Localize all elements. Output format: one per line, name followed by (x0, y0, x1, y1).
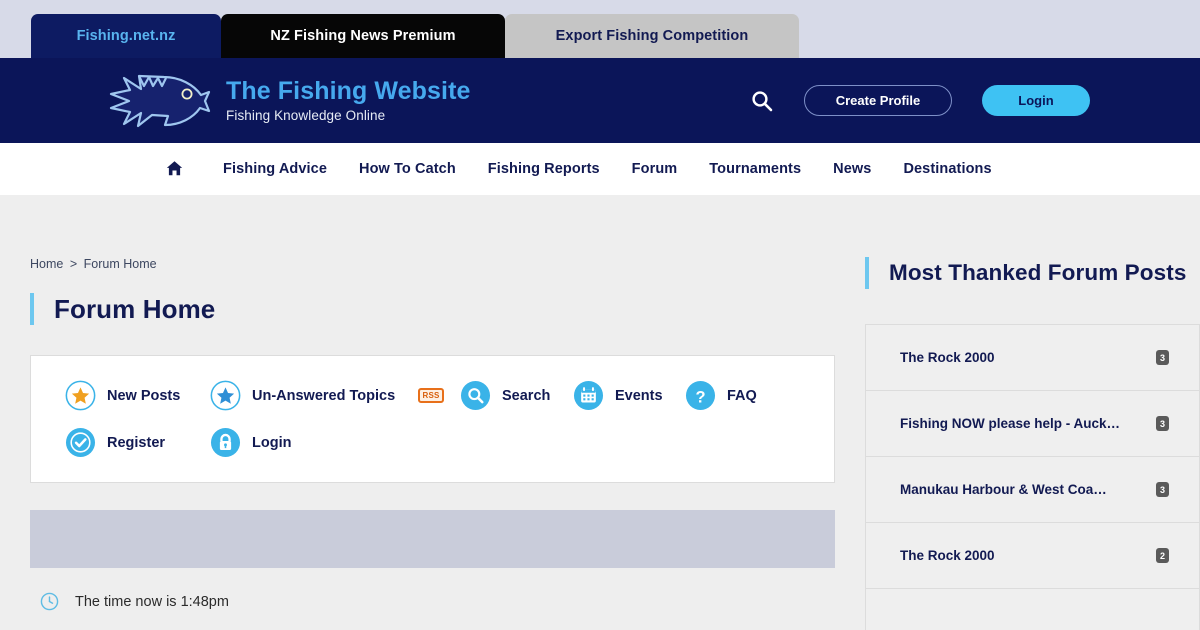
post-title: The Rock 2000 (900, 548, 995, 563)
brand-subtitle: Fishing Knowledge Online (226, 108, 386, 124)
header-actions: Create Profile Login (750, 85, 1090, 116)
nav-item-how-to-catch[interactable]: How To Catch (343, 161, 472, 177)
list-item[interactable] (866, 589, 1199, 630)
forum-shortcuts-panel: New Posts Un-Answered Topics RSS Search … (30, 355, 835, 483)
nav-item-forum[interactable]: Forum (616, 161, 694, 177)
check-circle-icon (65, 427, 96, 458)
search-icon[interactable] (750, 89, 774, 113)
breadcrumb: Home > Forum Home (30, 257, 835, 271)
list-item[interactable]: Manukau Harbour & West Coa… 3 (866, 457, 1199, 523)
shortcut-faq[interactable]: ? FAQ (685, 380, 775, 411)
sidebar-title-row: Most Thanked Forum Posts (865, 257, 1200, 289)
thanks-count-badge: 3 (1156, 482, 1169, 497)
shortcut-label: Search (502, 387, 551, 404)
post-title: The Rock 2000 (900, 350, 995, 365)
question-mark-icon: ? (685, 380, 716, 411)
list-item[interactable]: The Rock 2000 2 (866, 523, 1199, 589)
site-tab-label: Export Fishing Competition (555, 28, 749, 44)
page-title-row: Forum Home (30, 293, 835, 325)
shortcut-un-answered-topics[interactable]: Un-Answered Topics (210, 380, 405, 411)
page-body: Home > Forum Home Forum Home New Posts U… (0, 195, 1200, 630)
list-item[interactable]: Fishing NOW please help - Auck… 3 (866, 391, 1199, 457)
star-orange-icon (65, 380, 96, 411)
nav-item-tournaments[interactable]: Tournaments (693, 161, 817, 177)
home-icon[interactable] (166, 160, 183, 177)
title-accent-bar (30, 293, 34, 325)
current-time-text: The time now is 1:48pm (75, 593, 229, 610)
post-title: Fishing NOW please help - Auck… (900, 416, 1121, 431)
shortcut-label: Un-Answered Topics (252, 387, 396, 404)
main-column: Home > Forum Home Forum Home New Posts U… (30, 195, 835, 630)
nav-item-fishing-reports[interactable]: Fishing Reports (472, 161, 616, 177)
site-tab-export-fishing-competition[interactable]: Export Fishing Competition (505, 14, 799, 58)
site-tab-nz-fishing-news-premium[interactable]: NZ Fishing News Premium (221, 14, 505, 58)
login-button[interactable]: Login (982, 85, 1090, 116)
breadcrumb-current[interactable]: Forum Home (84, 257, 157, 271)
breadcrumb-separator: > (69, 257, 78, 271)
create-profile-button[interactable]: Create Profile (804, 85, 952, 116)
shortcut-login[interactable]: Login (210, 427, 405, 458)
thanks-count-badge: 3 (1156, 350, 1169, 365)
sidebar-title: Most Thanked Forum Posts (889, 260, 1187, 285)
page-title: Forum Home (54, 293, 216, 324)
thanks-count-badge: 3 (1156, 416, 1169, 431)
announcement-band (30, 510, 835, 568)
nav-item-destinations[interactable]: Destinations (887, 161, 1007, 177)
rss-label: RSS (422, 391, 440, 400)
svg-text:?: ? (695, 388, 705, 406)
brand-title: The Fishing Website (226, 76, 471, 105)
breadcrumb-home[interactable]: Home (30, 257, 63, 271)
login-label: Login (1018, 93, 1054, 108)
site-tab-label: NZ Fishing News Premium (270, 28, 456, 44)
site-tab-label: Fishing.net.nz (76, 28, 176, 44)
sidebar-column: Most Thanked Forum Posts The Rock 2000 3… (865, 195, 1200, 630)
nav-item-news[interactable]: News (817, 161, 887, 177)
shortcut-label: Login (252, 434, 292, 451)
shortcut-label: Register (107, 434, 166, 451)
shortcut-rss[interactable]: RSS (405, 380, 460, 411)
main-navigation: Fishing Advice How To Catch Fishing Repo… (0, 143, 1200, 195)
browser-tab-strip: Fishing.net.nz NZ Fishing News Premium E… (0, 0, 1200, 58)
shortcut-label: New Posts (107, 387, 181, 404)
current-time-row: The time now is 1:48pm (30, 592, 835, 611)
forum-shortcuts-grid: New Posts Un-Answered Topics RSS Search … (65, 380, 834, 458)
post-title: Manukau Harbour & West Coa… (900, 482, 1107, 497)
site-masthead: The Fishing Website Fishing Knowledge On… (0, 58, 1200, 143)
most-thanked-posts-list: The Rock 2000 3 Fishing NOW please help … (865, 324, 1200, 630)
shortcut-register[interactable]: Register (65, 427, 210, 458)
site-tab-fishing-net-nz[interactable]: Fishing.net.nz (31, 14, 221, 58)
create-profile-label: Create Profile (835, 93, 921, 108)
calendar-icon (573, 380, 604, 411)
list-item[interactable]: The Rock 2000 3 (866, 325, 1199, 391)
rss-icon: RSS (418, 388, 444, 403)
shortcut-search[interactable]: Search (460, 380, 573, 411)
shortcut-label: Events (615, 387, 663, 404)
shortcut-new-posts[interactable]: New Posts (65, 380, 210, 411)
clock-icon (40, 592, 59, 611)
shortcut-label: FAQ (727, 387, 757, 404)
site-logo[interactable]: The Fishing Website Fishing Knowledge On… (108, 68, 471, 134)
search-circle-icon (460, 380, 491, 411)
padlock-icon (210, 427, 241, 458)
fish-logo-icon (109, 74, 211, 127)
sidebar-accent-bar (865, 257, 869, 289)
shortcut-events[interactable]: Events (573, 380, 685, 411)
nav-item-fishing-advice[interactable]: Fishing Advice (207, 161, 343, 177)
star-blue-icon (210, 380, 241, 411)
thanks-count-badge: 2 (1156, 548, 1169, 563)
